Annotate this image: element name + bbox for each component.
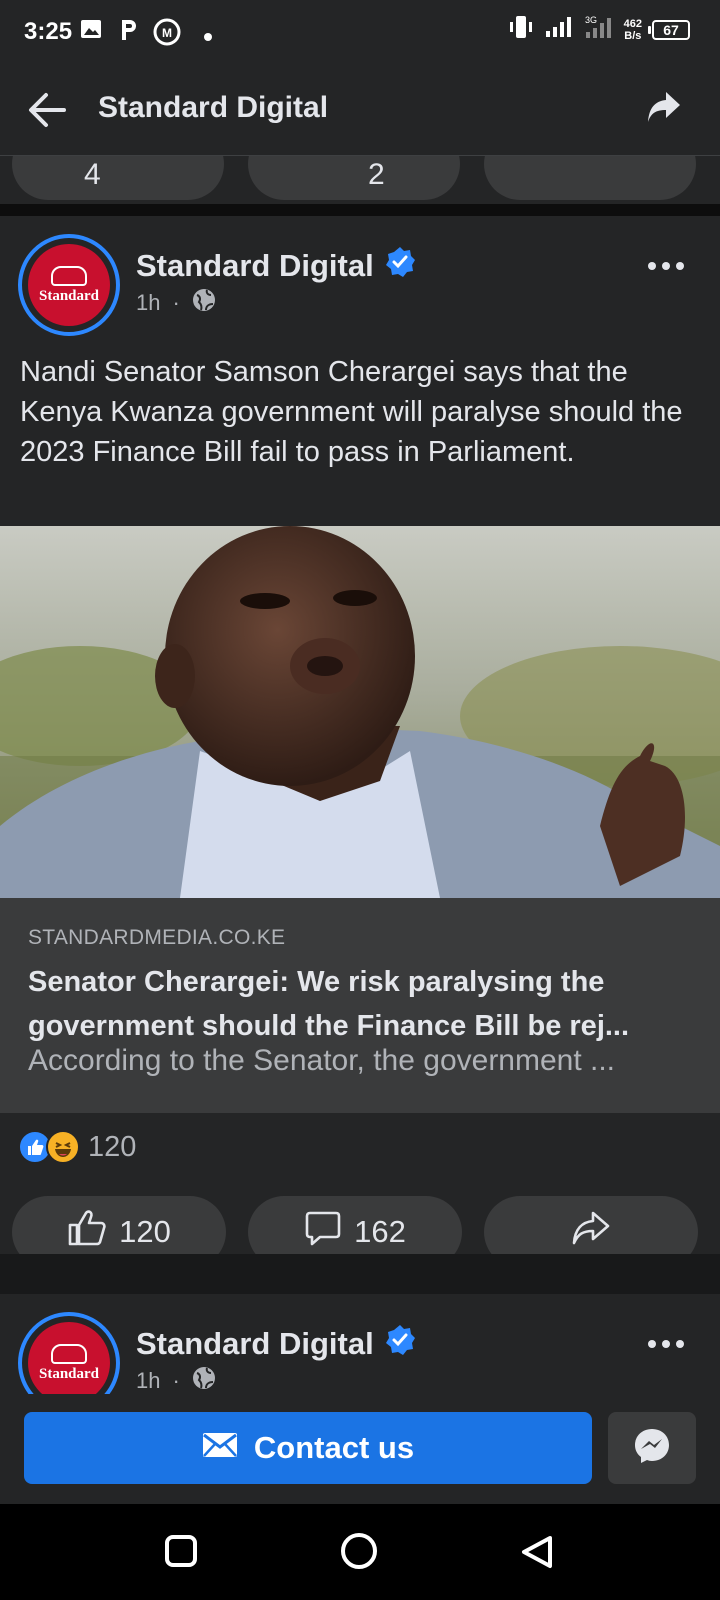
battery-indicator: 67 [648,19,690,40]
messenger-button[interactable] [608,1412,696,1484]
system-nav-bar [0,1504,720,1600]
link-description: According to the Senator, the government… [28,1044,616,1077]
status-time: 3:25 [24,18,73,45]
app-header: Standard Digital [0,64,720,156]
vibrate-icon [508,14,534,45]
haha-reaction-icon [46,1130,80,1164]
globe-icon [192,1366,216,1394]
avatar-brand-text: Standard [38,1365,100,1382]
status-bar: 3:25 M 3G 462 B/s 67 [0,0,720,64]
reaction-count: 120 [88,1130,137,1163]
share-arrow-icon[interactable] [646,90,682,129]
standard-logo: Standard [28,244,110,326]
avatar-brand-text: Standard [38,287,100,304]
meta-dot: · [172,290,180,315]
contact-us-label: Contact us [253,1430,415,1465]
verified-badge-icon [384,246,416,286]
signal-3g-icon: 3G [584,14,614,45]
back-arrow-icon[interactable] [26,90,68,135]
next-post-page-name[interactable]: Standard Digital [136,1324,416,1364]
more-options-icon[interactable] [648,1340,684,1348]
avatar[interactable]: Standard [18,1312,120,1394]
post-page-name[interactable]: Standard Digital [136,246,416,286]
link-preview-image[interactable] [0,526,720,898]
avatar[interactable]: Standard [18,234,120,336]
back-triangle-icon[interactable] [520,1534,554,1575]
previous-comment-count: 2 [368,158,385,191]
previous-like-button[interactable]: 4 [12,156,224,200]
previous-post-actions: 4 2 [0,156,720,204]
like-count: 120 [119,1214,171,1249]
verified-badge-icon [384,1324,416,1364]
post-time[interactable]: 1h [136,290,160,316]
messenger-icon [633,1427,671,1470]
next-post-card: Standard Standard Digital 1h · [0,1294,720,1394]
comment-icon [304,1209,342,1255]
previous-comment-button[interactable]: 2 [248,156,460,200]
network-speed: 462 B/s [623,17,642,42]
comment-count: 162 [354,1214,406,1249]
standard-logo: Standard [28,1322,110,1394]
link-title[interactable]: Senator Cherargei: We risk paralysing th… [28,960,698,1048]
share-icon [571,1210,611,1254]
contact-us-button[interactable]: Contact us [24,1412,592,1484]
crest-icon [51,265,87,286]
previous-like-count: 4 [84,158,101,191]
more-notifications-dot-icon [204,28,212,46]
page-title: Standard Digital [98,91,329,124]
link-domain: STANDARDMEDIA.CO.KE [28,926,286,949]
envelope-icon [202,1430,238,1466]
post-separator [0,204,720,216]
post-meta: 1h · [136,288,216,318]
app-notification-icon: M [152,18,182,51]
more-options-icon[interactable] [648,262,684,270]
status-right: 3G 462 B/s 67 [508,14,690,45]
gallery-notification-icon [80,18,102,45]
contact-bar: Contact us [0,1394,720,1504]
signal-icon [544,15,574,44]
post-separator [0,1254,720,1294]
meta-dot: · [172,1368,180,1393]
recents-square-icon[interactable] [164,1534,198,1573]
svg-text:M: M [162,26,172,40]
next-post-meta: 1h · [136,1366,216,1394]
thumbs-up-icon [67,1209,107,1255]
reactions-summary[interactable]: 120 [18,1130,136,1164]
svg-text:3G: 3G [585,15,597,25]
home-circle-icon[interactable] [340,1532,378,1575]
parking-notification-icon [118,18,140,47]
post-card: Standard Standard Digital 1h · Nandi Sen… [0,216,720,1268]
link-preview[interactable]: STANDARDMEDIA.CO.KE Senator Cherargei: W… [0,898,720,1113]
globe-icon [192,288,216,318]
next-post-time[interactable]: 1h [136,1368,160,1394]
crest-icon [51,1343,87,1364]
post-text: Nandi Senator Samson Cherargei says that… [20,356,683,468]
previous-share-button[interactable] [484,156,696,200]
